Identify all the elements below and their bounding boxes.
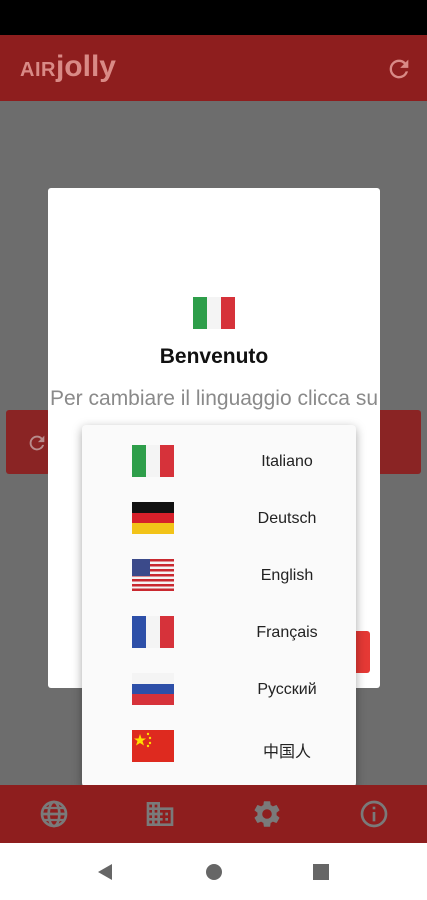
recents-icon[interactable] [311, 862, 331, 882]
italy-flag-icon [132, 445, 174, 477]
italy-flag-icon [193, 297, 235, 329]
language-label: Русский [257, 681, 317, 698]
language-item-italiano[interactable]: Italiano [82, 435, 356, 492]
refresh-icon[interactable] [385, 55, 413, 83]
language-label: Deutsch [257, 510, 317, 527]
globe-icon[interactable] [38, 798, 70, 830]
language-label: 中国人 [262, 744, 311, 761]
russia-flag-icon [132, 673, 174, 705]
language-label: Italiano [261, 453, 313, 470]
gear-icon[interactable] [251, 798, 283, 830]
info-icon[interactable] [358, 798, 390, 830]
language-item-english[interactable]: English [82, 549, 356, 606]
language-menu: Italiano Deutsch English Français Русски… [82, 425, 356, 787]
language-item-francais[interactable]: Français [82, 606, 356, 663]
dialog-action-button[interactable] [356, 631, 370, 673]
language-item-russkiy[interactable]: Русский [82, 663, 356, 720]
background-card-right [376, 410, 421, 474]
app-title-prefix: AIR [20, 59, 56, 81]
language-item-chinese[interactable]: 中国人 [82, 720, 356, 777]
status-bar [0, 0, 427, 35]
france-flag-icon [132, 616, 174, 648]
china-flag-icon [132, 730, 174, 762]
back-icon[interactable] [96, 862, 116, 882]
background-refresh-icon [29, 435, 45, 451]
building-icon[interactable] [144, 798, 176, 830]
language-item-deutsch[interactable]: Deutsch [82, 492, 356, 549]
dialog-text: Per cambiare il linguaggio clicca su [50, 387, 378, 410]
home-icon[interactable] [204, 862, 224, 882]
language-label: English [260, 567, 314, 584]
usa-flag-icon [132, 559, 174, 591]
dialog-title: Benvenuto [159, 345, 269, 368]
germany-flag-icon [132, 502, 174, 534]
app-title-main: jolly [55, 50, 116, 83]
app-title: AIRjolly [20, 50, 116, 84]
language-label: Français [256, 624, 318, 641]
